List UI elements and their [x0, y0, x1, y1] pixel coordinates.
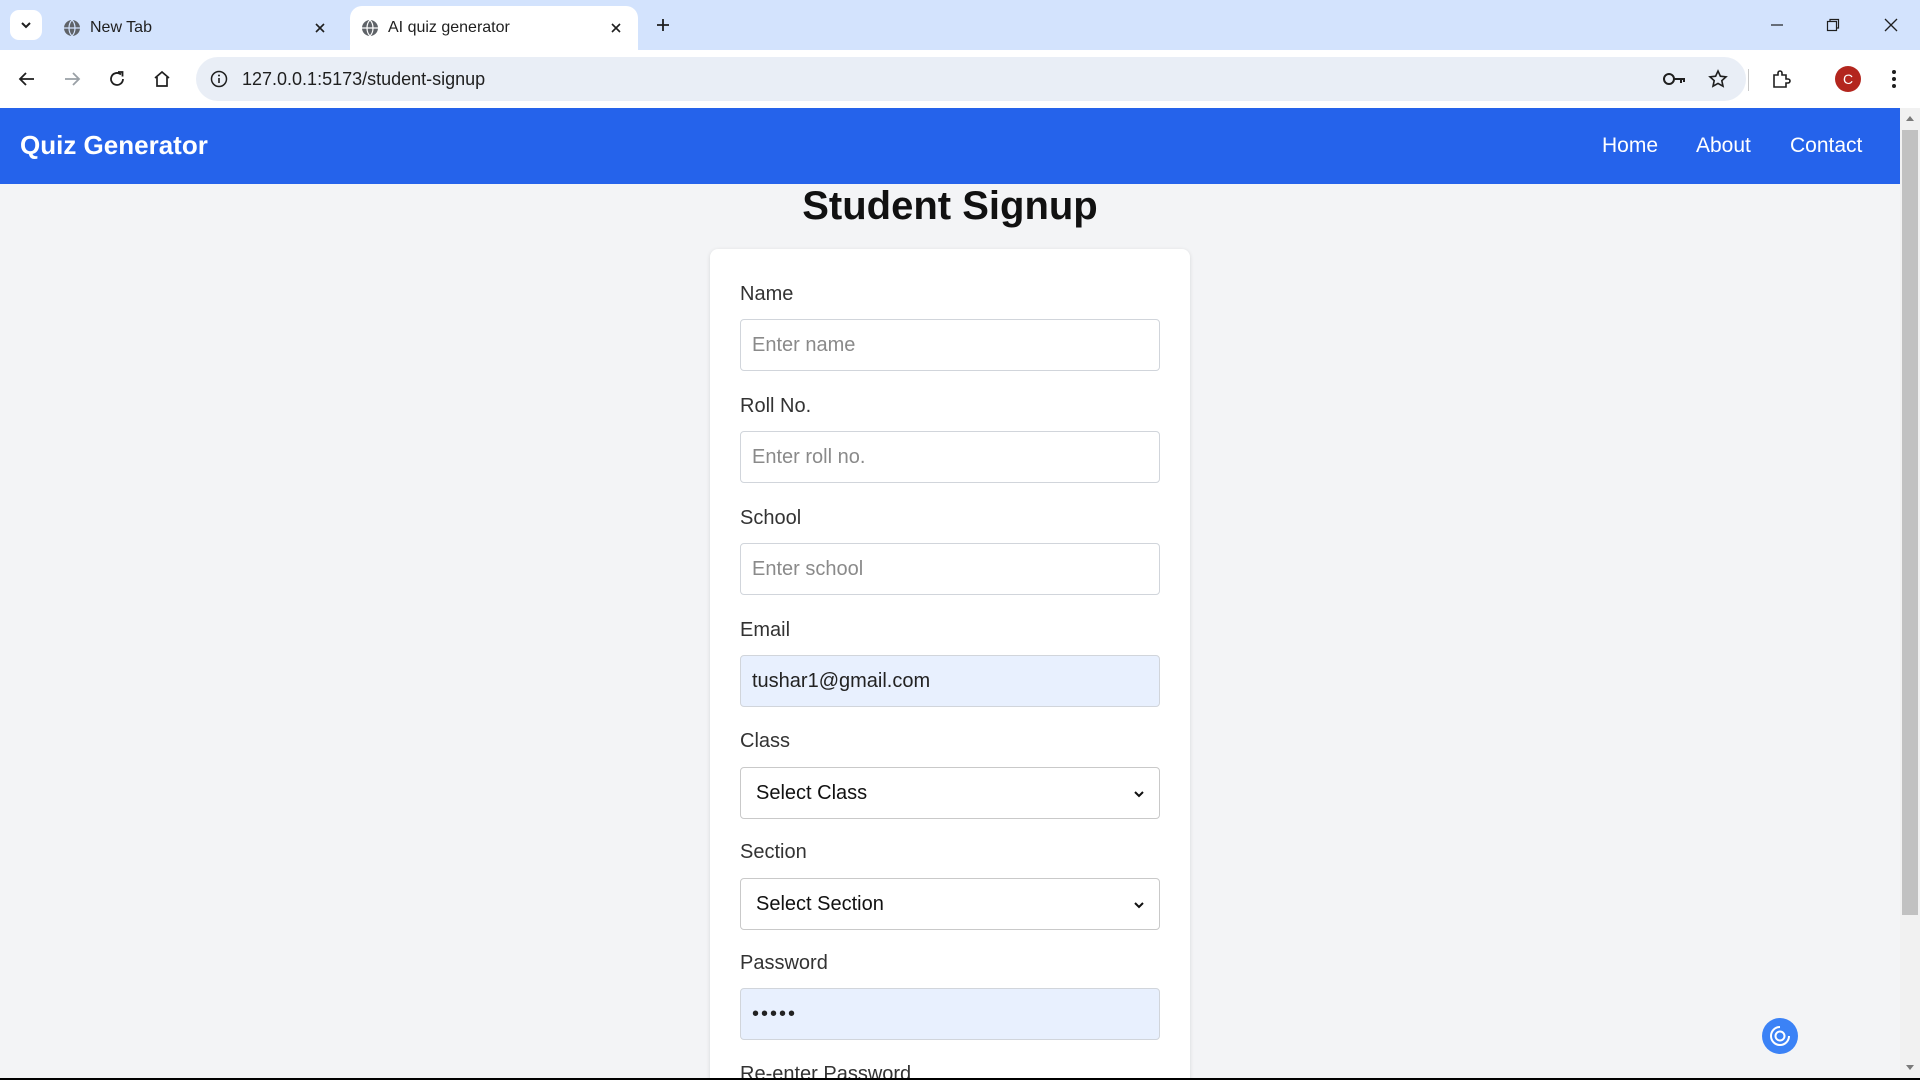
- tab-ai-quiz-generator[interactable]: AI quiz generator: [350, 6, 638, 50]
- extensions-button[interactable]: [1765, 63, 1797, 95]
- password-value: •••••: [752, 1002, 798, 1025]
- section-selected: Select Section: [756, 892, 884, 915]
- scroll-down-arrow-icon[interactable]: [1904, 1062, 1916, 1074]
- close-icon: [1884, 18, 1898, 32]
- restore-button[interactable]: [1818, 10, 1848, 40]
- class-select[interactable]: Select Class: [740, 767, 1160, 819]
- name-label: Name: [740, 283, 794, 305]
- brand-logo[interactable]: Quiz Generator: [20, 130, 208, 161]
- puzzle-icon: [1773, 70, 1791, 88]
- section-select[interactable]: Select Section: [740, 878, 1160, 930]
- email-label: Email: [740, 619, 791, 641]
- back-button[interactable]: [11, 63, 43, 95]
- chevron-down-icon: [1129, 784, 1149, 804]
- scroll-up-arrow-icon[interactable]: [1904, 112, 1916, 124]
- new-tab-button[interactable]: [650, 12, 676, 38]
- floating-assistant-button[interactable]: [1762, 1018, 1798, 1054]
- minimize-icon: [1771, 24, 1783, 26]
- tab-title: New Tab: [90, 19, 152, 36]
- home-icon: [154, 70, 170, 87]
- close-icon[interactable]: [310, 18, 330, 38]
- more-vertical-icon: [1892, 70, 1896, 88]
- reenter-password-label: Re-enter Password: [740, 1063, 912, 1078]
- tab-search-button[interactable]: [10, 10, 42, 40]
- email-input[interactable]: tushar1@gmail.com: [740, 655, 1160, 707]
- browser-menu-button[interactable]: [1878, 63, 1910, 95]
- restore-icon: [1826, 18, 1840, 32]
- tab-strip: New Tab AI quiz generator: [0, 0, 1920, 50]
- password-input[interactable]: •••••: [740, 988, 1160, 1040]
- password-key-icon[interactable]: [1660, 64, 1690, 94]
- class-selected: Select Class: [756, 781, 868, 804]
- nav-link-about[interactable]: About: [1696, 134, 1751, 158]
- home-button[interactable]: [146, 63, 178, 95]
- school-placeholder: Enter school: [752, 557, 864, 580]
- email-value: tushar1@gmail.com: [752, 669, 931, 692]
- spiral-icon: [1770, 1025, 1791, 1046]
- chevron-down-icon: [21, 22, 31, 29]
- nav-link-home[interactable]: Home: [1602, 134, 1658, 158]
- info-icon[interactable]: [204, 64, 234, 94]
- browser-toolbar: 127.0.0.1:5173/student-signup C: [0, 50, 1920, 108]
- app-navbar: Quiz Generator Home About Contact: [0, 108, 1900, 184]
- roll-input[interactable]: Enter roll no.: [740, 431, 1160, 483]
- forward-button[interactable]: [56, 63, 88, 95]
- globe-icon: [360, 18, 380, 38]
- class-label: Class: [740, 730, 791, 752]
- browser-window: New Tab AI quiz generator 127.0.0.1:5173…: [0, 0, 1920, 1078]
- reload-button[interactable]: [101, 63, 133, 95]
- arrow-right-icon: [65, 72, 81, 86]
- roll-placeholder: Enter roll no.: [752, 445, 866, 468]
- school-input[interactable]: Enter school: [740, 543, 1160, 595]
- chevron-down-icon: [1129, 895, 1149, 915]
- section-label: Section: [740, 841, 807, 863]
- nav-link-contact[interactable]: Contact: [1790, 134, 1862, 158]
- name-input[interactable]: Enter name: [740, 319, 1160, 371]
- close-icon[interactable]: [606, 18, 626, 38]
- scrollbar-thumb[interactable]: [1902, 130, 1918, 915]
- plus-icon: [657, 19, 669, 31]
- reload-icon: [110, 71, 124, 86]
- password-label: Password: [740, 952, 828, 974]
- minimize-button[interactable]: [1762, 10, 1792, 40]
- signup-form-card: Name Enter name Roll No. Enter roll no. …: [710, 249, 1190, 1078]
- address-bar[interactable]: 127.0.0.1:5173/student-signup: [196, 57, 1746, 101]
- page-title: Student Signup: [802, 184, 1098, 228]
- url-text: 127.0.0.1:5173/student-signup: [242, 69, 486, 89]
- page-scrollbar[interactable]: [1900, 108, 1920, 1078]
- tab-new-tab[interactable]: New Tab: [52, 6, 342, 50]
- school-label: School: [740, 507, 802, 529]
- toolbar-divider: [1748, 69, 1749, 91]
- star-icon[interactable]: [1703, 64, 1733, 94]
- profile-avatar[interactable]: C: [1835, 66, 1861, 92]
- roll-label: Roll No.: [740, 395, 812, 417]
- name-placeholder: Enter name: [752, 333, 856, 356]
- tab-title: AI quiz generator: [388, 19, 510, 36]
- arrow-left-icon: [18, 72, 34, 86]
- globe-icon: [62, 18, 82, 38]
- close-window-button[interactable]: [1876, 10, 1906, 40]
